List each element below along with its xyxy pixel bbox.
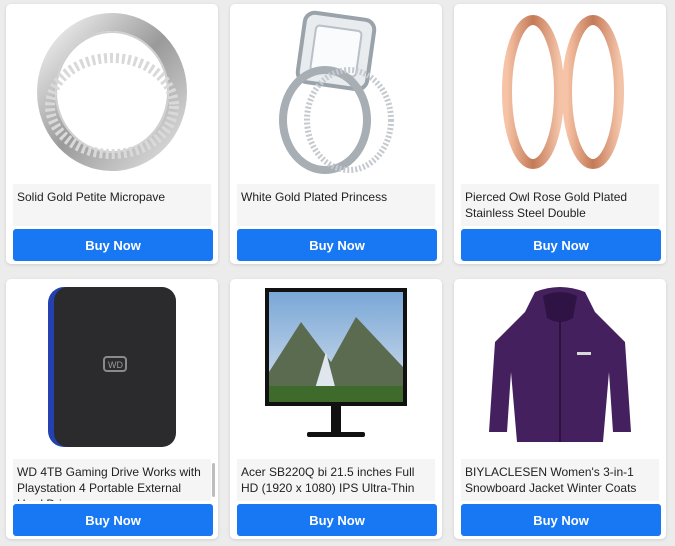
product-card: Pierced Owl Rose Gold Plated Stainless S… [454,4,666,264]
product-title: White Gold Plated Princess [237,184,435,226]
rose-gold-flared-tunnels-image[interactable] [454,4,666,180]
buy-now-button[interactable]: Buy Now [461,229,661,261]
princess-cut-ring-set-image[interactable] [230,4,442,180]
product-card: White Gold Plated Princess Buy Now [230,4,442,264]
buy-now-button[interactable]: Buy Now [13,504,213,536]
product-title: Acer SB220Q bi 21.5 inches Full HD (1920… [237,459,435,501]
buy-now-button[interactable]: Buy Now [461,504,661,536]
product-card: BIYLACLESEN Women's 3-in-1 Snowboard Jac… [454,279,666,539]
product-card: Solid Gold Petite Micropave Buy Now [6,4,218,264]
product-title: BIYLACLESEN Women's 3-in-1 Snowboard Jac… [461,459,659,501]
svg-text:WD: WD [108,360,123,370]
product-title: Solid Gold Petite Micropave [13,184,211,226]
product-title: Pierced Owl Rose Gold Plated Stainless S… [461,184,659,226]
product-card: Acer SB220Q bi 21.5 inches Full HD (1920… [230,279,442,539]
buy-now-button[interactable]: Buy Now [237,504,437,536]
purple-jacket-image[interactable] [454,279,666,455]
silver-micropave-ring-image[interactable] [6,4,218,180]
product-title: WD 4TB Gaming Drive Works with Playstati… [13,459,211,501]
title-scrollbar[interactable] [212,463,215,497]
product-card: WD WD 4TB Gaming Drive Works with Playst… [6,279,218,539]
buy-now-button[interactable]: Buy Now [237,229,437,261]
buy-now-button[interactable]: Buy Now [13,229,213,261]
monitor-waterfall-image[interactable] [230,279,442,455]
product-grid: Solid Gold Petite Micropave Buy Now Whit… [0,0,675,546]
external-hard-drive-image[interactable]: WD [6,279,218,455]
